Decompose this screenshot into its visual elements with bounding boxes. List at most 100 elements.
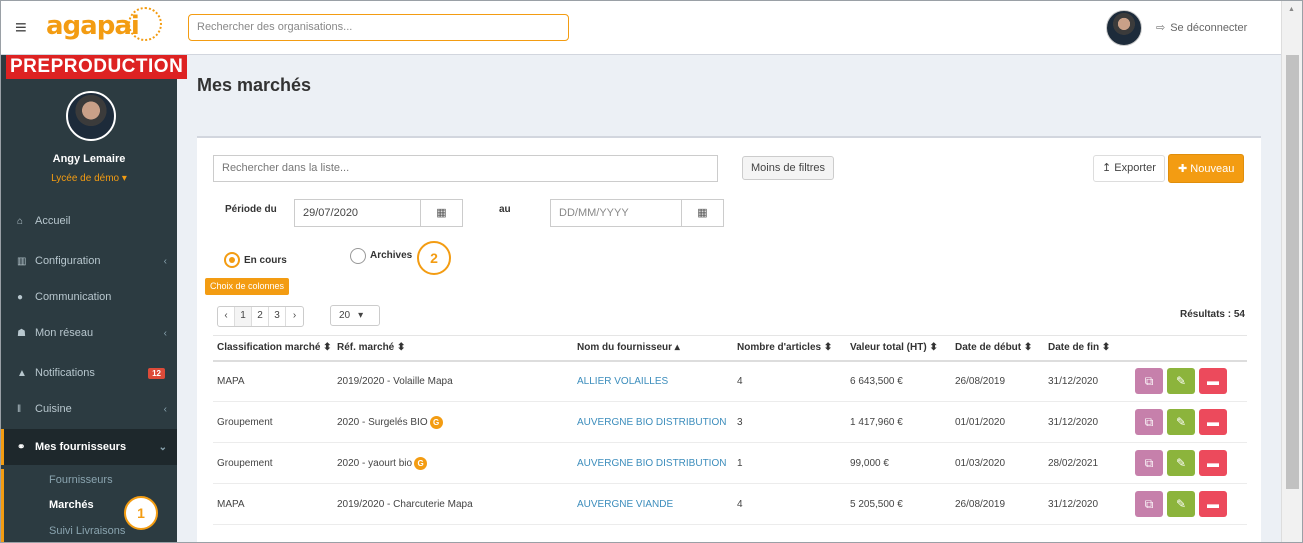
page-2-button[interactable]: 2 — [252, 307, 269, 326]
sidebar-item-notifications[interactable]: ▲ Notifications 12 — [1, 355, 177, 391]
sidebar-item-communication[interactable]: ● Communication — [1, 279, 177, 315]
to-label: au — [499, 204, 511, 215]
cell-classification: Groupement — [213, 401, 333, 443]
cell-articles: 3 — [733, 401, 846, 443]
logo[interactable]: agapai — [46, 11, 140, 41]
radio-archives[interactable] — [350, 248, 366, 264]
prev-page-button[interactable]: ‹ — [218, 307, 235, 326]
period-label: Période du — [225, 204, 277, 215]
home-icon: ⌂ — [17, 215, 24, 227]
export-icon: ↥ — [1102, 162, 1115, 174]
edit-icon[interactable]: ✎ — [1167, 450, 1195, 476]
cell-classification: MAPA — [213, 360, 333, 402]
cell-ref: 2020 - yaourt bio G — [333, 442, 573, 484]
page-1-button[interactable]: 1 — [235, 307, 252, 326]
edit-icon[interactable]: ✎ — [1167, 491, 1195, 517]
list-search-input[interactable]: Rechercher dans la liste... — [213, 155, 718, 182]
less-filters-button[interactable]: Moins de filtres — [742, 156, 834, 180]
hamburger-menu-icon[interactable]: ≡ — [15, 18, 27, 38]
edit-icon[interactable]: ✎ — [1167, 368, 1195, 395]
copy-icon[interactable]: ⧉ — [1135, 491, 1163, 517]
supplier-link[interactable]: AUVERGNE BIO DISTRIBUTION — [573, 442, 733, 484]
sidebar-item-configuration[interactable]: ▥ Configuration ‹ — [1, 243, 177, 279]
export-button[interactable]: ↥ Exporter — [1093, 155, 1165, 182]
user-org-dropdown[interactable]: Lycée de démo ▾ — [1, 173, 177, 184]
col-end[interactable]: Date de fin ⬍ — [1044, 335, 1131, 362]
sidebar-item-cuisine[interactable]: ‖ Cuisine ‹ — [1, 391, 177, 427]
chevron-left-icon: ‹ — [163, 327, 167, 339]
date-to-field[interactable]: DD/MM/YYYY — [550, 199, 682, 227]
cell-value: 5 205,500 € — [846, 483, 951, 525]
edit-icon[interactable]: ✎ — [1167, 409, 1195, 435]
sidebar-item-label: Configuration — [35, 255, 101, 267]
sidebar-item-label: Communication — [35, 291, 112, 303]
supplier-link[interactable]: ALLIER VOLAILLES — [573, 360, 733, 402]
scroll-up-icon[interactable]: ▲ — [1288, 6, 1295, 13]
sidebar: PREPRODUCTION Angy Lemaire Lycée de démo… — [1, 55, 188, 542]
cell-articles: 4 — [733, 483, 846, 525]
table-row: Groupement 2020 - Surgelés BIO G AUVERGNE… — [213, 401, 1247, 443]
archive-icon[interactable]: ▬ — [1199, 450, 1227, 476]
cell-ref: 2019/2020 - Volaille Mapa — [333, 360, 573, 402]
cell-end: 31/12/2020 — [1044, 483, 1131, 525]
sidebar-item-mon-reseau[interactable]: ☗ Mon réseau ‹ — [1, 315, 177, 351]
sidebar-subitem-marches[interactable]: Marchés — [49, 499, 94, 511]
vertical-scrollbar[interactable]: ▲ — [1281, 1, 1302, 542]
supplier-link[interactable]: AUVERGNE BIO DISTRIBUTION — [573, 401, 733, 443]
col-actions — [1131, 335, 1247, 362]
handshake-icon: ⚭ — [17, 441, 26, 453]
content-panel: Rechercher dans la liste... Moins de fil… — [197, 136, 1261, 542]
col-start[interactable]: Date de début ⬍ — [951, 335, 1044, 362]
sidebar-item-label: Mon réseau — [35, 327, 94, 339]
cell-value: 99,000 € — [846, 442, 951, 484]
new-button[interactable]: ✚ Nouveau — [1168, 154, 1245, 183]
per-page-value: 20 — [339, 310, 351, 321]
cell-end: 31/12/2020 — [1044, 360, 1131, 402]
sidebar-item-label: Accueil — [35, 215, 71, 227]
page-3-button[interactable]: 3 — [269, 307, 286, 326]
date-from-field[interactable]: 29/07/2020 — [294, 199, 421, 227]
per-page-select[interactable]: 20 ▾ — [330, 305, 380, 326]
col-articles[interactable]: Nombre d'articles ⬍ — [733, 335, 846, 362]
sidebar-item-mes-fournisseurs[interactable]: ⚭ Mes fournisseurs ⌄ — [1, 429, 177, 465]
sidebar-subitem-suivi-livraisons[interactable]: Suivi Livraisons — [49, 525, 125, 537]
new-label: Nouveau — [1190, 163, 1235, 175]
bell-icon: ▲ — [17, 367, 27, 379]
chevron-left-icon: ‹ — [163, 255, 167, 267]
copy-icon[interactable]: ⧉ — [1135, 409, 1163, 435]
sidebar-item-accueil[interactable]: ⌂ Accueil — [1, 203, 177, 239]
pagination: ‹ 1 2 3 › — [217, 306, 304, 327]
user-name: Angy Lemaire — [52, 153, 126, 165]
sidebar-item-label: Mes fournisseurs — [35, 441, 127, 453]
next-page-button[interactable]: › — [286, 307, 303, 326]
cell-end: 31/12/2020 — [1044, 401, 1131, 443]
radio-en-cours[interactable] — [224, 252, 240, 268]
supplier-link[interactable]: AUVERGNE VIANDE — [573, 483, 733, 525]
chat-icon: ● — [17, 291, 24, 303]
table-row: Groupement 2020 - yaourt bio G AUVERGNE B… — [213, 442, 1247, 484]
logout-button[interactable]: ⇨ Se déconnecter — [1156, 21, 1247, 34]
archive-icon[interactable]: ▬ — [1199, 491, 1227, 517]
col-classification[interactable]: Classification marché ⬍ — [213, 335, 333, 362]
environment-badge: PREPRODUCTION — [6, 55, 188, 79]
calendar-icon[interactable]: ▦ — [682, 199, 724, 227]
columns-choice-button[interactable]: Choix de colonnes — [205, 278, 290, 295]
archive-icon[interactable]: ▬ — [1199, 368, 1227, 395]
copy-icon[interactable]: ⧉ — [1135, 450, 1163, 476]
scrollbar-thumb[interactable] — [1286, 55, 1299, 489]
avatar[interactable] — [1106, 10, 1142, 46]
calendar-icon[interactable]: ▦ — [421, 199, 463, 227]
sidebar-subitem-fournisseurs[interactable]: Fournisseurs — [49, 474, 113, 486]
chevron-down-icon: ⌄ — [158, 441, 167, 453]
table-row: MAPA 2019/2020 - Volaille Mapa ALLIER VO… — [213, 360, 1247, 402]
col-value[interactable]: Valeur total (HT) ⬍ — [846, 335, 951, 362]
copy-icon[interactable]: ⧉ — [1135, 368, 1163, 395]
bank-icon: ▥ — [17, 255, 27, 267]
col-supplier[interactable]: Nom du fournisseur ▴ — [573, 335, 733, 362]
organisation-search-input[interactable]: Rechercher des organisations... — [188, 14, 569, 41]
cell-actions: ⧉ ✎ ▬ — [1131, 401, 1247, 443]
top-navbar: ≡ agapai Rechercher des organisations...… — [1, 1, 1282, 55]
results-count: Résultats : 54 — [1179, 309, 1245, 320]
archive-icon[interactable]: ▬ — [1199, 409, 1227, 435]
col-ref[interactable]: Réf. marché ⬍ — [333, 335, 573, 362]
